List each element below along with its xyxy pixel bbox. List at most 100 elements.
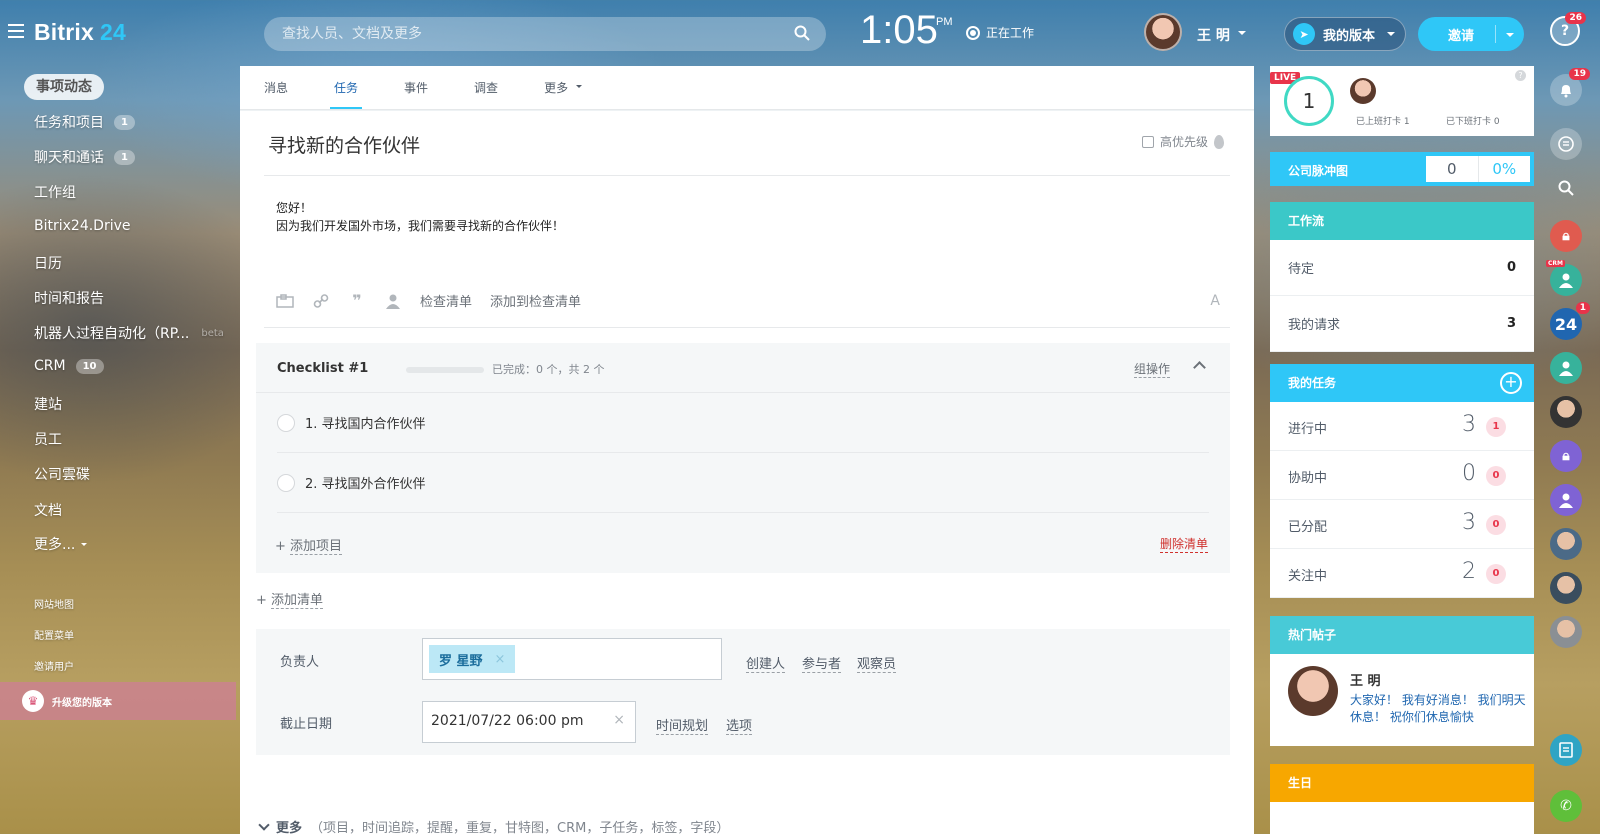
avatar[interactable] bbox=[1288, 666, 1338, 716]
workflow-row[interactable]: 待定 0 bbox=[1270, 240, 1534, 296]
plus-icon[interactable]: + bbox=[1500, 372, 1522, 394]
deadline-field[interactable]: 2021/07/22 06:00 pm × bbox=[422, 701, 636, 743]
checklist-item-label[interactable]: 2. 寻找国外合作伙伴 bbox=[305, 473, 426, 492]
user-name[interactable]: 王 明 bbox=[1197, 25, 1230, 45]
chevron-down-icon[interactable] bbox=[1238, 31, 1246, 39]
invite-button[interactable]: 邀请 bbox=[1418, 17, 1524, 51]
delete-checklist-button[interactable]: 删除清单 bbox=[1159, 535, 1208, 553]
checklist-item-label[interactable]: 1. 寻找国内合作伙伴 bbox=[305, 413, 426, 432]
tab-events[interactable]: 事件 bbox=[404, 66, 450, 109]
user-icon[interactable] bbox=[1550, 484, 1582, 516]
avatar[interactable] bbox=[1550, 616, 1582, 648]
my-tasks-header[interactable]: 我的任务 + bbox=[1270, 364, 1534, 402]
time-planning-link[interactable]: 时间规划 bbox=[656, 715, 709, 735]
checklist-item-checkbox[interactable] bbox=[277, 473, 295, 492]
creator-link[interactable]: 创建人 bbox=[746, 653, 786, 673]
lock-icon[interactable]: 🔒︎ bbox=[1550, 440, 1582, 472]
logo[interactable]: Bitrix 24 bbox=[34, 19, 126, 46]
hot-post-text[interactable]: 大家好！ 我有好消息！ 我们明天休息！ 祝你们休息愉快 bbox=[1350, 692, 1526, 726]
bitrix24-icon[interactable]: 24 1 bbox=[1550, 302, 1590, 340]
chat-icon[interactable] bbox=[1550, 128, 1582, 160]
hot-post-author[interactable]: 王 明 bbox=[1350, 670, 1381, 689]
checklist-item[interactable]: 1. 寻找国内合作伙伴 bbox=[277, 393, 1209, 453]
chevron-down-icon[interactable] bbox=[1506, 33, 1514, 41]
add-checklist-button[interactable]: + 添加清单 bbox=[256, 589, 324, 609]
sidebar-item-time-reports[interactable]: 时间和报告 bbox=[34, 288, 104, 308]
checklist-item-checkbox[interactable] bbox=[277, 413, 295, 432]
checklist-title[interactable]: Checklist #1 bbox=[277, 361, 368, 376]
tab-tasks[interactable]: 任务 bbox=[330, 66, 380, 109]
font-format-icon[interactable]: A bbox=[1210, 293, 1220, 309]
hot-posts-header[interactable]: 热门帖子 bbox=[1270, 616, 1534, 654]
search-input[interactable] bbox=[264, 17, 764, 51]
checklist-item[interactable]: 2. 寻找国外合作伙伴 bbox=[277, 453, 1209, 513]
workflow-row[interactable]: 我的请求 3 bbox=[1270, 296, 1534, 352]
search-icon[interactable] bbox=[794, 25, 810, 41]
tab-polls[interactable]: 调查 bbox=[474, 66, 520, 109]
options-link[interactable]: 选项 bbox=[726, 715, 753, 735]
upgrade-button[interactable]: ♛ 升级您的版本 bbox=[0, 682, 236, 720]
sidebar-link-sitemap[interactable]: 网站地图 bbox=[34, 596, 74, 611]
responsible-person-chip[interactable]: 罗 星野 × bbox=[429, 645, 516, 673]
group-actions-button[interactable]: 组操作 bbox=[1133, 360, 1170, 378]
work-status[interactable]: 正在工作 bbox=[966, 24, 1034, 41]
sidebar-item-rpa[interactable]: 机器人过程自动化（RP... beta bbox=[34, 323, 224, 343]
tab-more[interactable]: 更多 bbox=[544, 66, 604, 109]
sidebar-link-configure-menu[interactable]: 配置菜单 bbox=[34, 627, 74, 642]
more-fields-toggle[interactable]: 更多 （项目，时间追踪，提醒，重复，甘特图，CRM，子任务，标签，字段） bbox=[258, 817, 729, 834]
task-counter-row[interactable]: 协助中 0 0 bbox=[1270, 451, 1534, 500]
workflow-header[interactable]: 工作流 bbox=[1270, 202, 1534, 240]
responsible-field[interactable]: 罗 星野 × bbox=[422, 638, 722, 680]
help-icon[interactable]: ? bbox=[1515, 70, 1526, 81]
clear-icon[interactable]: × bbox=[613, 712, 625, 728]
sidebar-item-workgroups[interactable]: 工作组 bbox=[34, 182, 76, 202]
checklist-button[interactable]: 检查清单 bbox=[420, 291, 472, 310]
task-counter-row[interactable]: 关注中 2 0 bbox=[1270, 549, 1534, 598]
participants-link[interactable]: 参与者 bbox=[802, 653, 842, 673]
sidebar-item-employees[interactable]: 员工 bbox=[34, 429, 62, 449]
hot-post[interactable]: 王 明 大家好！ 我有好消息！ 我们明天休息！ 祝你们休息愉快 bbox=[1270, 654, 1534, 746]
avatar[interactable] bbox=[1550, 528, 1582, 560]
sidebar-item-activity-stream[interactable]: 事项动态 bbox=[24, 74, 104, 100]
sidebar-item-crm[interactable]: CRM 10 bbox=[34, 358, 104, 374]
avatar[interactable] bbox=[1350, 78, 1376, 104]
birthdays-header[interactable]: 生日 bbox=[1270, 764, 1534, 802]
sidebar-item-calendar[interactable]: 日历 bbox=[34, 253, 62, 273]
chevron-up-icon[interactable] bbox=[1193, 361, 1206, 374]
sidebar-item-tasks[interactable]: 任务和项目 1 bbox=[34, 112, 135, 132]
quote-icon[interactable]: ❞ bbox=[348, 291, 366, 310]
mention-user-icon[interactable] bbox=[384, 293, 402, 309]
sidebar-item-documents[interactable]: 文档 bbox=[34, 500, 62, 520]
sidebar-item-more[interactable]: 更多... bbox=[34, 534, 88, 554]
sidebar-item-company-drive[interactable]: 公司雲碟 bbox=[34, 464, 90, 484]
menu-icon[interactable] bbox=[8, 24, 24, 38]
upload-icon[interactable] bbox=[276, 293, 294, 309]
sidebar-item-chats[interactable]: 聊天和通话 1 bbox=[34, 147, 135, 167]
task-title-input[interactable]: 寻找新的合作伙伴 bbox=[268, 131, 420, 158]
sidebar-item-sites[interactable]: 建站 bbox=[34, 394, 62, 414]
observers-link[interactable]: 观察员 bbox=[857, 653, 897, 673]
pulse-counter[interactable]: 1 bbox=[1284, 76, 1334, 126]
priority-toggle[interactable]: 高优先级 bbox=[1141, 133, 1224, 150]
task-counter-row[interactable]: 进行中 3 1 bbox=[1270, 402, 1534, 451]
tab-messages[interactable]: 消息 bbox=[264, 66, 310, 109]
my-plan-button[interactable]: ➤ 我的版本 bbox=[1284, 17, 1406, 51]
avatar[interactable] bbox=[1550, 396, 1582, 428]
add-checklist-item-button[interactable]: + 添加项目 bbox=[275, 535, 343, 555]
avatar[interactable] bbox=[1550, 572, 1582, 604]
phone-icon[interactable]: ✆ bbox=[1550, 790, 1582, 822]
task-description-editor[interactable]: 您好！ 因为我们开发国外市场，我们需要寻找新的合作伙伴！ bbox=[276, 199, 564, 235]
sidebar-link-invite-users[interactable]: 邀请用户 bbox=[34, 658, 74, 673]
crm-contact-icon[interactable] bbox=[1550, 352, 1582, 384]
remove-icon[interactable]: × bbox=[495, 652, 506, 667]
avatar[interactable] bbox=[1144, 13, 1182, 51]
task-counter-row[interactable]: 已分配 3 0 bbox=[1270, 500, 1534, 549]
search-icon[interactable] bbox=[1550, 172, 1582, 204]
add-to-checklist-button[interactable]: 添加到检查清单 bbox=[490, 291, 581, 310]
help-icon[interactable]: ? 26 bbox=[1550, 12, 1586, 46]
company-pulse-bar[interactable]: 公司脉冲图 0 0% bbox=[1270, 152, 1534, 186]
crm-contact-icon[interactable]: CRM bbox=[1546, 260, 1582, 296]
lock-icon[interactable]: 🔒︎ bbox=[1550, 220, 1582, 252]
clock-time[interactable]: 1:05 bbox=[860, 8, 938, 53]
sidebar-item-drive[interactable]: Bitrix24.Drive bbox=[34, 218, 131, 234]
